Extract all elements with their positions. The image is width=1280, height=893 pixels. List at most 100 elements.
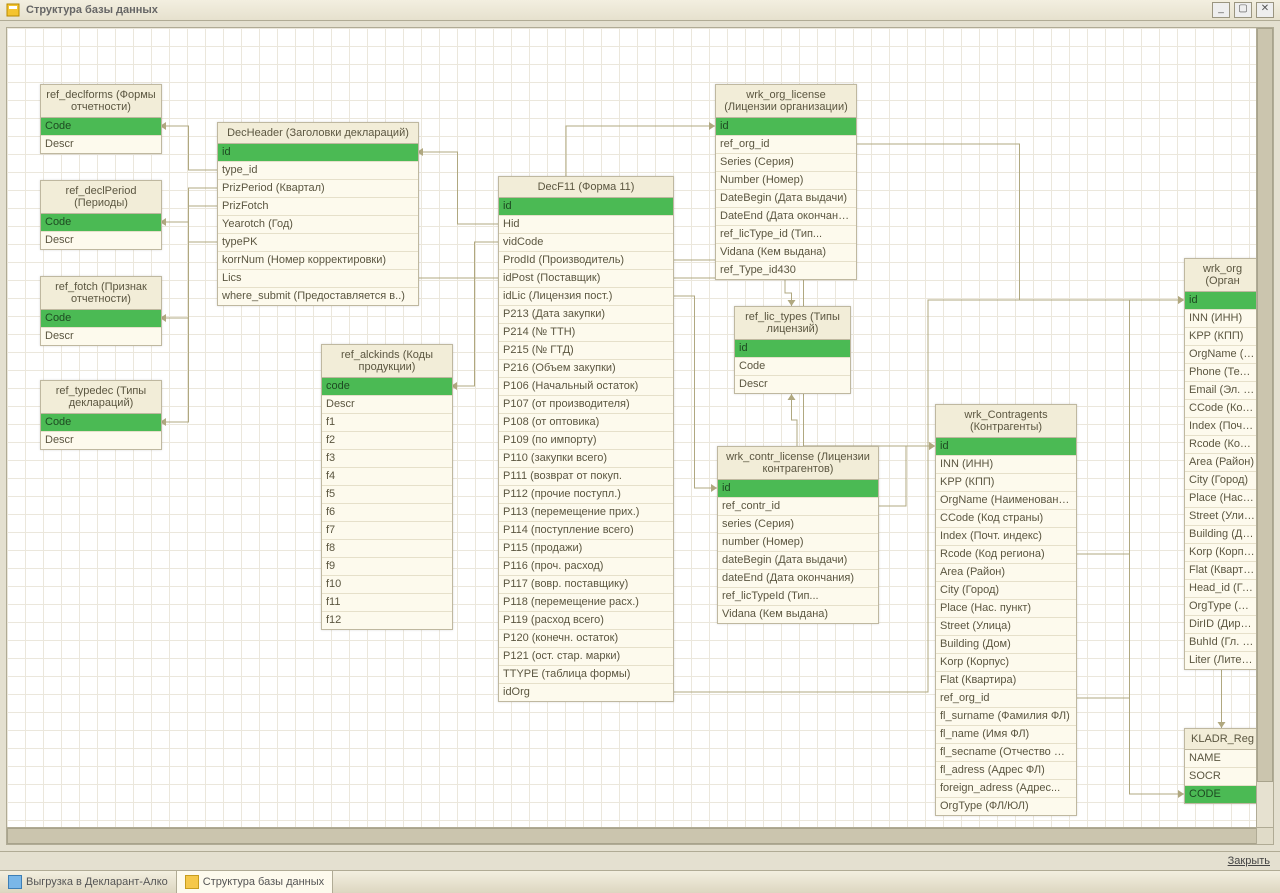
- table-column: Street (Улица): [936, 618, 1076, 636]
- db-table-ref_declforms[interactable]: ref_declforms (Формы отчетности)CodeDesc…: [40, 84, 162, 154]
- db-table-ref_declPeriod[interactable]: ref_declPeriod (Периоды)CodeDescr: [40, 180, 162, 250]
- table-column: Descr: [41, 432, 161, 449]
- db-table-wrk_org_license[interactable]: wrk_org_license (Лицензии организации)id…: [715, 84, 857, 280]
- table-column: OrgType (ФЛ/ЮЛ): [936, 798, 1076, 815]
- app-icon: [6, 3, 20, 17]
- table-column: P106 (Начальный остаток): [499, 378, 673, 396]
- table-column: Series (Серия): [716, 154, 856, 172]
- table-column: ProdId (Производитель): [499, 252, 673, 270]
- table-column: P216 (Объем закупки): [499, 360, 673, 378]
- table-column: fl_adress (Адрес ФЛ): [936, 762, 1076, 780]
- table-column: Area (Район): [936, 564, 1076, 582]
- table-column: ref_contr_id: [718, 498, 878, 516]
- table-column: P111 (возврат от покуп.: [499, 468, 673, 486]
- table-column: P215 (№ ГТД): [499, 342, 673, 360]
- diagram-canvas[interactable]: ref_declforms (Формы отчетности)CodeDesc…: [7, 28, 1259, 828]
- vertical-scrollbar[interactable]: [1256, 28, 1273, 828]
- db-table-wrk_contr_license[interactable]: wrk_contr_license (Лицензии контрагентов…: [717, 446, 879, 624]
- table-column: f7: [322, 522, 452, 540]
- table-column: DirID (Директо: [1185, 616, 1260, 634]
- table-title: DecHeader (Заголовки деклараций): [218, 123, 418, 144]
- scroll-corner: [1256, 827, 1273, 844]
- table-column: P121 (ост. стар. марки): [499, 648, 673, 666]
- tab-bar: Выгрузка в Декларант-Алко Структура базы…: [0, 870, 1280, 893]
- table-column: City (Город): [1185, 472, 1260, 490]
- table-column: PrizPeriod (Квартал): [218, 180, 418, 198]
- table-title: wrk_contr_license (Лицензии контрагентов…: [718, 447, 878, 480]
- close-window-button[interactable]: ✕: [1256, 2, 1274, 18]
- tab-export[interactable]: Выгрузка в Декларант-Алко: [0, 871, 177, 893]
- table-column: ref_Type_id430: [716, 262, 856, 279]
- table-column: P116 (проч. расход): [499, 558, 673, 576]
- table-column: CODE: [1185, 786, 1260, 803]
- db-table-ref_lic_types[interactable]: ref_lic_types (Типы лицензий)idCodeDescr: [734, 306, 851, 394]
- table-column: Rcode (Код рег: [1185, 436, 1260, 454]
- table-title: ref_declPeriod (Периоды): [41, 181, 161, 214]
- table-column: BuhId (Гл. бухга: [1185, 634, 1260, 652]
- table-column: Korp (Корпус): [1185, 544, 1260, 562]
- close-link[interactable]: Закрыть: [1228, 855, 1270, 867]
- table-column: CCode (Код стр: [1185, 400, 1260, 418]
- title-bar: Структура базы данных _ ▢ ✕: [0, 0, 1280, 21]
- tab-structure[interactable]: Структура базы данных: [177, 871, 333, 893]
- table-column: Code: [735, 358, 850, 376]
- table-column: Flat (Квартира): [1185, 562, 1260, 580]
- table-column: Street (Улица): [1185, 508, 1260, 526]
- table-column: P108 (от оптовика): [499, 414, 673, 432]
- table-title: wrk_Contragents (Контрагенты): [936, 405, 1076, 438]
- table-column: P214 (№ ТТН): [499, 324, 673, 342]
- table-column: P119 (расход всего): [499, 612, 673, 630]
- status-bar: Закрыть: [0, 851, 1280, 870]
- table-title: wrk_org (Орган: [1185, 259, 1260, 292]
- table-column: Building (Дом): [1185, 526, 1260, 544]
- table-column: type_id: [218, 162, 418, 180]
- table-column: Descr: [41, 232, 161, 249]
- db-table-DecF11[interactable]: DecF11 (Форма 11)idHidvidCodeProdId (Про…: [498, 176, 674, 702]
- table-column: INN (ИНН): [936, 456, 1076, 474]
- table-column: Place (Нас. пункт): [936, 600, 1076, 618]
- table-column: idOrg: [499, 684, 673, 701]
- table-title: DecF11 (Форма 11): [499, 177, 673, 198]
- table-column: PrizFotch: [218, 198, 418, 216]
- db-table-KLADR_Reg[interactable]: KLADR_RegNAMESOCRCODE: [1184, 728, 1261, 804]
- table-title: ref_declforms (Формы отчетности): [41, 85, 161, 118]
- table-column: P118 (перемещение расх.): [499, 594, 673, 612]
- table-column: Phone (Телефо: [1185, 364, 1260, 382]
- table-column: ref_org_id: [716, 136, 856, 154]
- table-column: Email (Эл. почта: [1185, 382, 1260, 400]
- db-table-DecHeader[interactable]: DecHeader (Заголовки деклараций)idtype_i…: [217, 122, 419, 306]
- horizontal-scrollbar[interactable]: [7, 827, 1257, 844]
- table-column: KPP (КПП): [1185, 328, 1260, 346]
- table-column: DateEnd (Дата окончания): [716, 208, 856, 226]
- db-table-ref_typedec[interactable]: ref_typedec (Типы деклараций)CodeDescr: [40, 380, 162, 450]
- window-title: Структура базы данных: [26, 0, 158, 20]
- table-column: P113 (перемещение прих.): [499, 504, 673, 522]
- table-column: Descr: [41, 328, 161, 345]
- table-column: Code: [41, 214, 161, 232]
- maximize-button[interactable]: ▢: [1234, 2, 1252, 18]
- table-column: Rcode (Код региона): [936, 546, 1076, 564]
- table-column: OrgName (Наименование): [936, 492, 1076, 510]
- table-column: idLic (Лицензия пост.): [499, 288, 673, 306]
- table-column: P112 (прочие поступл.): [499, 486, 673, 504]
- db-table-wrk_Contragents[interactable]: wrk_Contragents (Контрагенты)idINN (ИНН)…: [935, 404, 1077, 816]
- table-column: Head_id (Голов: [1185, 580, 1260, 598]
- table-column: typePK: [218, 234, 418, 252]
- table-column: dateBegin (Дата выдачи): [718, 552, 878, 570]
- db-table-ref_alckinds[interactable]: ref_alckinds (Коды продукции)codeDescrf1…: [321, 344, 453, 630]
- table-title: ref_lic_types (Типы лицензий): [735, 307, 850, 340]
- table-column: Descr: [322, 396, 452, 414]
- table-column: P107 (от производителя): [499, 396, 673, 414]
- table-column: P120 (конечн. остаток): [499, 630, 673, 648]
- db-table-ref_fotch[interactable]: ref_fotch (Признак отчетности)CodeDescr: [40, 276, 162, 346]
- table-column: INN (ИНН): [1185, 310, 1260, 328]
- table-column: P109 (по импорту): [499, 432, 673, 450]
- table-column: Descr: [735, 376, 850, 393]
- table-column: City (Город): [936, 582, 1076, 600]
- minimize-button[interactable]: _: [1212, 2, 1230, 18]
- table-column: f8: [322, 540, 452, 558]
- table-title: KLADR_Reg: [1185, 729, 1260, 750]
- table-column: fl_name (Имя ФЛ): [936, 726, 1076, 744]
- db-table-wrk_org[interactable]: wrk_org (ОрганidINN (ИНН)KPP (КПП)OrgNam…: [1184, 258, 1261, 670]
- table-column: id: [735, 340, 850, 358]
